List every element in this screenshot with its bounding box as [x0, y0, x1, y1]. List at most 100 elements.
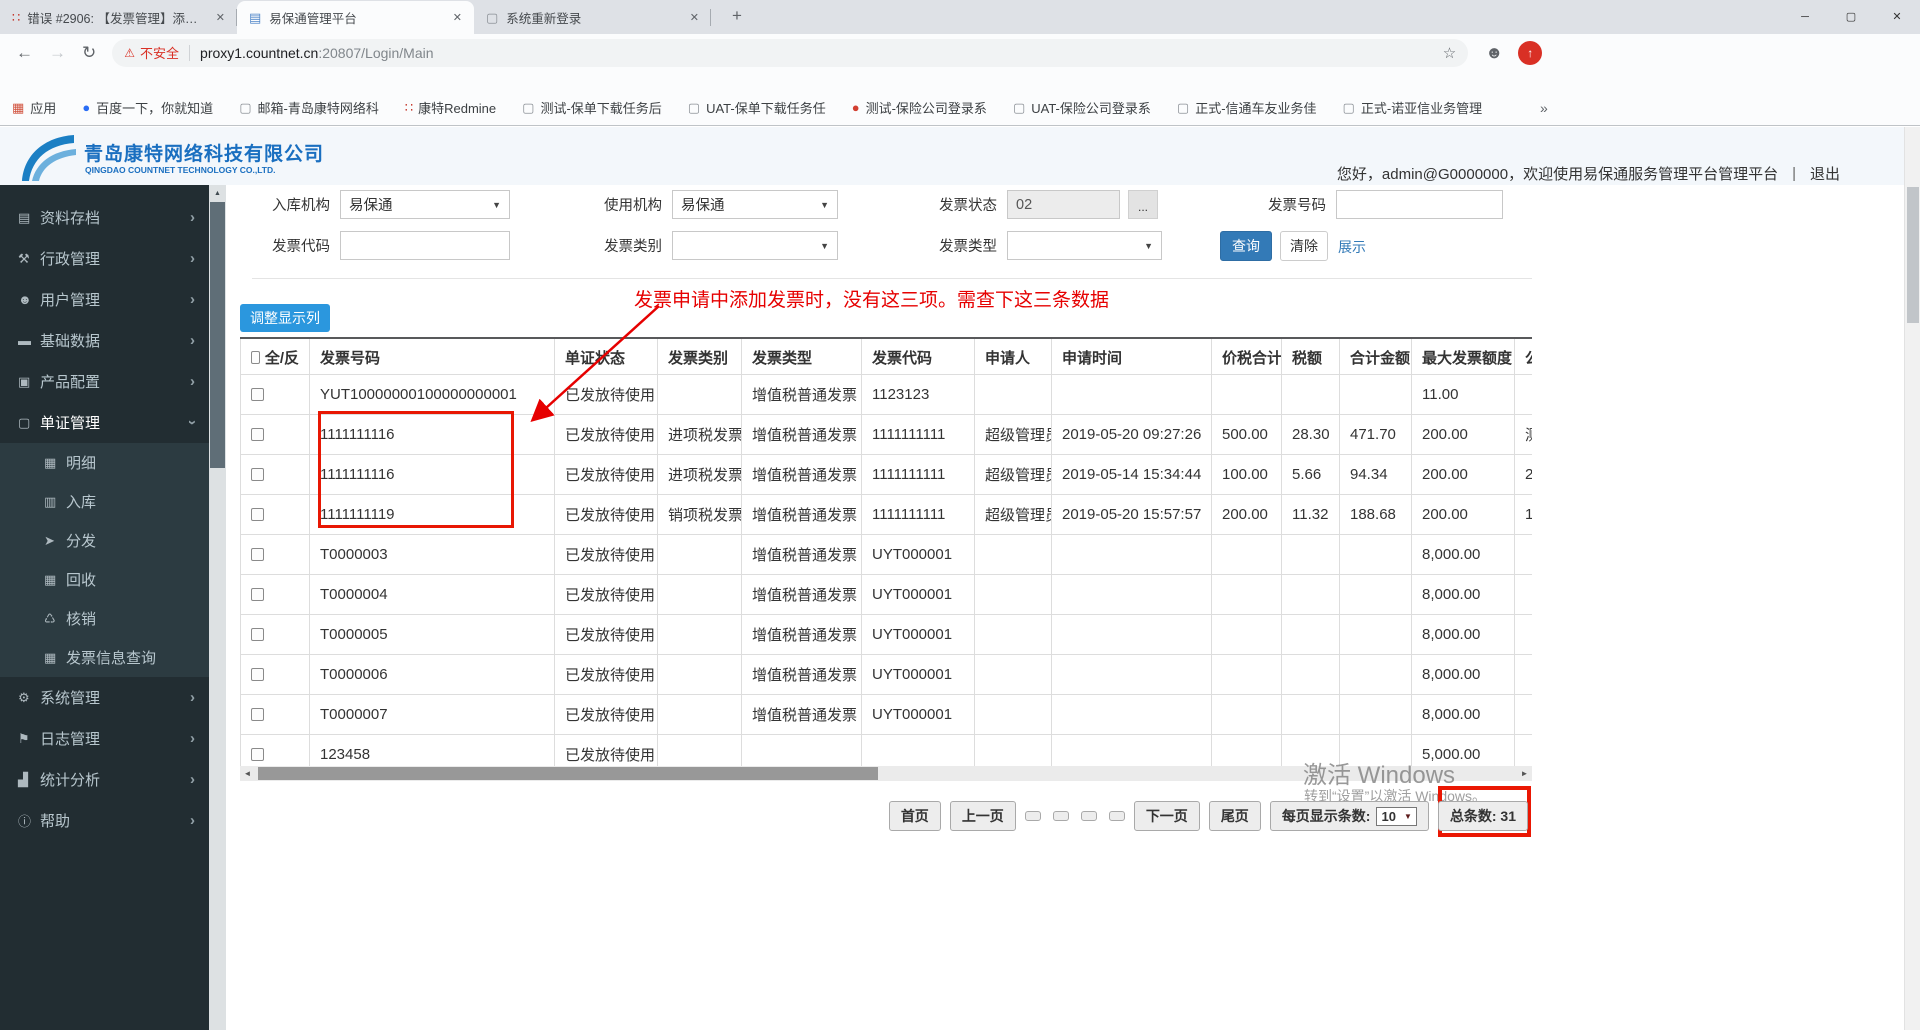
row-checkbox[interactable] [251, 468, 264, 481]
invoice-status-picker-button[interactable]: ... [1128, 190, 1158, 219]
col-header: 价税合计 [1212, 339, 1282, 375]
chevron-down-icon: ▼ [820, 240, 829, 251]
col-header: 发票类别 [658, 339, 742, 375]
show-link[interactable]: 展示 [1338, 237, 1366, 257]
bookmarks-overflow-icon[interactable]: » [1540, 100, 1556, 116]
row-checkbox[interactable] [251, 708, 264, 721]
bookmark-item[interactable]: ∷ 康特Redmine [405, 98, 496, 117]
sidebar-scrollbar-thumb[interactable] [210, 202, 225, 468]
sidebar-item[interactable]: ▢ 单证管理 › [0, 402, 209, 443]
scroll-right-icon[interactable]: ► [1517, 766, 1532, 781]
bookmark-item[interactable]: ▦ 应用 [12, 98, 56, 117]
storage-org-select[interactable]: 易保通 ▼ [340, 190, 510, 219]
scroll-left-icon[interactable]: ◄ [240, 766, 255, 781]
sidebar-subitem[interactable]: ▦ 发票信息查询 [0, 638, 209, 677]
invoice-number-link[interactable]: YUT10000000100000000001 [310, 375, 555, 414]
address-bar[interactable]: ⚠ 不安全 proxy1.countnet.cn :20807/Login/Ma… [112, 38, 1469, 67]
invoice-number-link[interactable]: T0000005 [310, 615, 555, 654]
sidebar-item[interactable]: ▬ 基础数据 › [0, 320, 209, 361]
back-icon[interactable]: ← [16, 43, 33, 63]
row-checkbox[interactable] [251, 628, 264, 641]
adjust-columns-button[interactable]: 调整显示列 [240, 304, 330, 332]
browser-tab[interactable]: ▢ 系统重新登录 ✕ [474, 1, 711, 34]
minimize-icon[interactable]: ─ [1782, 0, 1828, 33]
prev-page-button[interactable]: 上一页 [949, 801, 1016, 831]
bookmark-item[interactable]: ● 测试-保险公司登录系 [852, 98, 987, 117]
sidebar-item[interactable]: ⚑ 日志管理 › [0, 718, 209, 759]
bookmark-item[interactable]: ▢ 正式-诺亚信业务管理 [1343, 98, 1483, 117]
invoice-code-input[interactable] [340, 231, 510, 260]
sidebar-item[interactable]: ▤ 资料存档 › [0, 197, 209, 238]
invoice-number-link[interactable]: T0000007 [310, 695, 555, 734]
bookmark-item[interactable]: ▢ 正式-信通车友业务佳 [1177, 98, 1317, 117]
security-label[interactable]: 不安全 [140, 43, 179, 62]
page-number-button[interactable] [1080, 811, 1097, 821]
first-page-button[interactable]: 首页 [888, 801, 941, 831]
sidebar-subitem[interactable]: ♺ 核销 [0, 599, 209, 638]
cell-applicant: 超级管理员 [975, 455, 1052, 494]
row-checkbox[interactable] [251, 548, 264, 561]
browser-tab[interactable]: ∷ 错误 #2906: 【发票管理】添加发 ✕ [0, 1, 237, 34]
tab-close-icon[interactable]: ✕ [686, 9, 703, 26]
row-checkbox[interactable] [251, 588, 264, 601]
sidebar-subitem[interactable]: ➤ 分发 [0, 521, 209, 560]
maximize-icon[interactable]: ▢ [1828, 0, 1874, 33]
sidebar-scrollbar[interactable]: ▲ [209, 185, 226, 1030]
sidebar-item[interactable]: ⚒ 行政管理 › [0, 238, 209, 279]
row-checkbox[interactable] [251, 388, 264, 401]
security-warning-icon[interactable]: ⚠ [124, 46, 135, 60]
last-page-button[interactable]: 尾页 [1208, 801, 1261, 831]
bookmark-item[interactable]: ▢ UAT-保险公司登录系 [1013, 98, 1151, 117]
page-number-button[interactable] [1052, 811, 1069, 821]
sidebar-item[interactable]: ▣ 产品配置 › [0, 361, 209, 402]
cell-apply-time [1052, 575, 1212, 614]
tab-close-icon[interactable]: ✕ [212, 9, 229, 26]
sidebar-item[interactable]: ☻ 用户管理 › [0, 279, 209, 320]
horizontal-scrollbar-thumb[interactable] [258, 767, 878, 780]
use-org-select[interactable]: 易保通 ▼ [672, 190, 838, 219]
sidebar-subitem[interactable]: ▥ 入库 [0, 482, 209, 521]
row-checkbox[interactable] [251, 668, 264, 681]
page-number-button[interactable] [1024, 811, 1041, 821]
bookmark-star-icon[interactable]: ☆ [1443, 44, 1456, 62]
doc-icon: ▢ [687, 99, 701, 115]
profile-avatar-icon[interactable]: ☻ [1482, 41, 1506, 65]
invoice-number-input[interactable] [1336, 190, 1503, 219]
invoice-number-link[interactable]: T0000004 [310, 575, 555, 614]
bookmark-item[interactable]: ● 百度一下，你就知道 [82, 98, 213, 117]
close-icon[interactable]: ✕ [1874, 0, 1920, 33]
invoice-number-link[interactable]: T0000006 [310, 655, 555, 694]
sidebar-item[interactable]: ⓘ 帮助 › [0, 800, 209, 841]
new-tab-button[interactable]: + [722, 4, 752, 32]
tab-close-icon[interactable]: ✕ [449, 9, 466, 26]
scroll-up-icon[interactable]: ▲ [209, 185, 226, 201]
bookmark-item[interactable]: ▢ 测试-保单下载任务后 [522, 98, 662, 117]
invoice-category-select[interactable]: ▼ [672, 231, 838, 260]
clear-button[interactable]: 清除 [1280, 231, 1328, 261]
page-scrollbar[interactable] [1904, 127, 1920, 1030]
sidebar-item[interactable]: ▟ 统计分析 › [0, 759, 209, 800]
select-all-checkbox[interactable] [251, 350, 260, 364]
invoice-number-link[interactable]: T0000003 [310, 535, 555, 574]
sidebar-subitem[interactable]: ▦ 明细 [0, 443, 209, 482]
row-checkbox[interactable] [251, 428, 264, 441]
page-number-button[interactable] [1108, 811, 1125, 821]
cell-amount [1340, 375, 1412, 414]
reload-icon[interactable]: ↻ [82, 43, 96, 63]
sidebar-item[interactable]: ⚙ 系统管理 › [0, 677, 209, 718]
row-checkbox[interactable] [251, 748, 264, 761]
file-icon: ▤ [18, 209, 31, 225]
bookmark-item[interactable]: ▢ 邮箱-青岛康特网络科 [239, 98, 379, 117]
logout-link[interactable]: 退出 [1810, 163, 1840, 184]
invoice-type-select[interactable]: ▼ [1007, 231, 1162, 260]
browser-update-icon[interactable]: ↑ [1518, 40, 1543, 65]
per-page-select[interactable]: 10 ▼ [1376, 806, 1417, 826]
page-scrollbar-thumb[interactable] [1907, 187, 1919, 323]
bookmark-item[interactable]: ▢ UAT-保单下载任务任 [688, 98, 826, 117]
sidebar-subitem[interactable]: ▦ 回收 [0, 560, 209, 599]
sidebar-item-label: 单证管理 [40, 415, 101, 432]
row-checkbox[interactable] [251, 508, 264, 521]
browser-tab[interactable]: ▤ 易保通管理平台 ✕ [237, 1, 474, 34]
search-button[interactable]: 查询 [1220, 231, 1272, 261]
next-page-button[interactable]: 下一页 [1133, 801, 1200, 831]
